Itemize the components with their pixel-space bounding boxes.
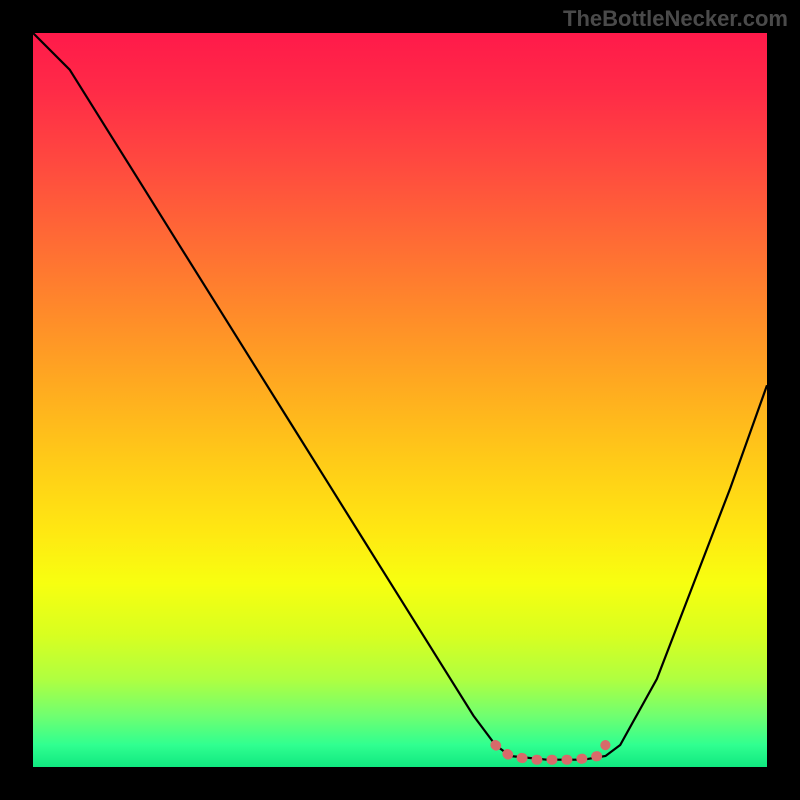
optimal-marker-path <box>495 745 605 760</box>
plot-area <box>33 33 767 767</box>
watermark-text: TheBottleNecker.com <box>563 6 788 32</box>
chart-svg <box>33 33 767 767</box>
bottleneck-curve-path <box>33 33 767 760</box>
